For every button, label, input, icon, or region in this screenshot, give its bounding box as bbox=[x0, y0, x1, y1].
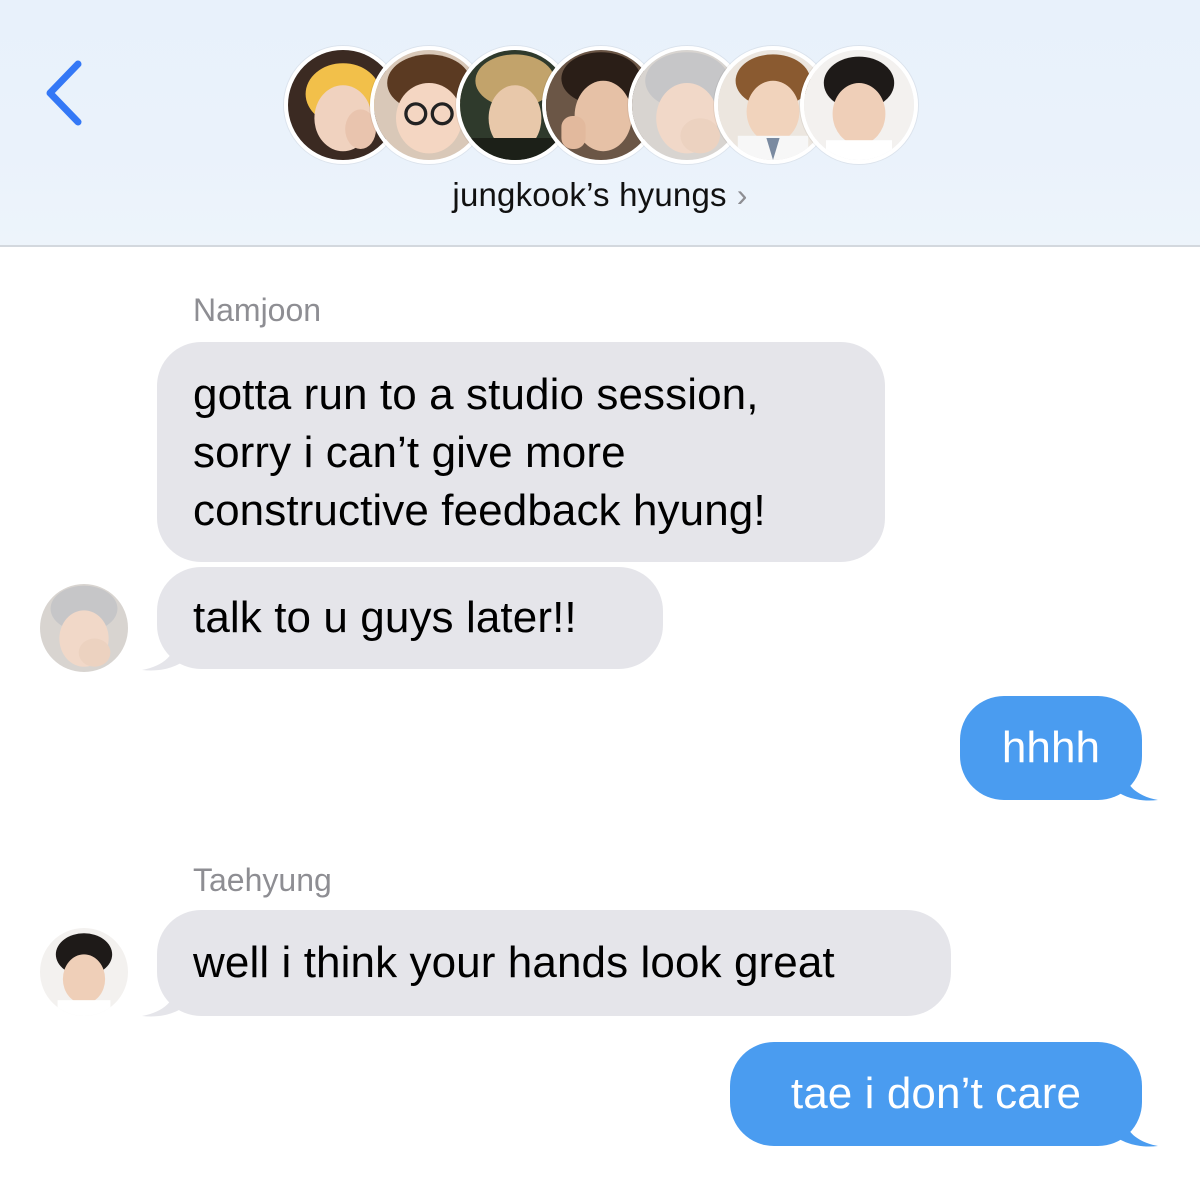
bubble-tail bbox=[1112, 766, 1158, 801]
group-name-label: jungkook’s hyungs bbox=[452, 176, 727, 213]
bubble-tail bbox=[1112, 1112, 1158, 1147]
conversation-header: jungkook’s hyungs › bbox=[0, 0, 1200, 247]
group-name[interactable]: jungkook’s hyungs › bbox=[0, 176, 1200, 214]
chevron-left-icon bbox=[46, 60, 82, 126]
sender-name: Taehyung bbox=[193, 862, 332, 898]
member-avatar bbox=[800, 46, 918, 164]
chevron-right-icon: › bbox=[736, 177, 748, 213]
message-bubble-received[interactable]: well i think your hands look great bbox=[157, 910, 951, 1016]
sender-avatar[interactable] bbox=[40, 584, 128, 672]
sender-name: Namjoon bbox=[193, 292, 322, 328]
message-bubble-sent[interactable]: tae i don’t care bbox=[730, 1042, 1142, 1146]
bubble-tail bbox=[142, 982, 188, 1017]
message-bubble-received[interactable]: talk to u guys later!! bbox=[157, 567, 663, 669]
message-bubble-received[interactable]: gotta run to a studio session, sorry i c… bbox=[157, 342, 885, 562]
sender-avatar[interactable] bbox=[40, 928, 128, 1016]
back-button[interactable] bbox=[40, 58, 90, 128]
group-avatars[interactable] bbox=[284, 46, 924, 164]
bubble-tail bbox=[142, 636, 188, 671]
